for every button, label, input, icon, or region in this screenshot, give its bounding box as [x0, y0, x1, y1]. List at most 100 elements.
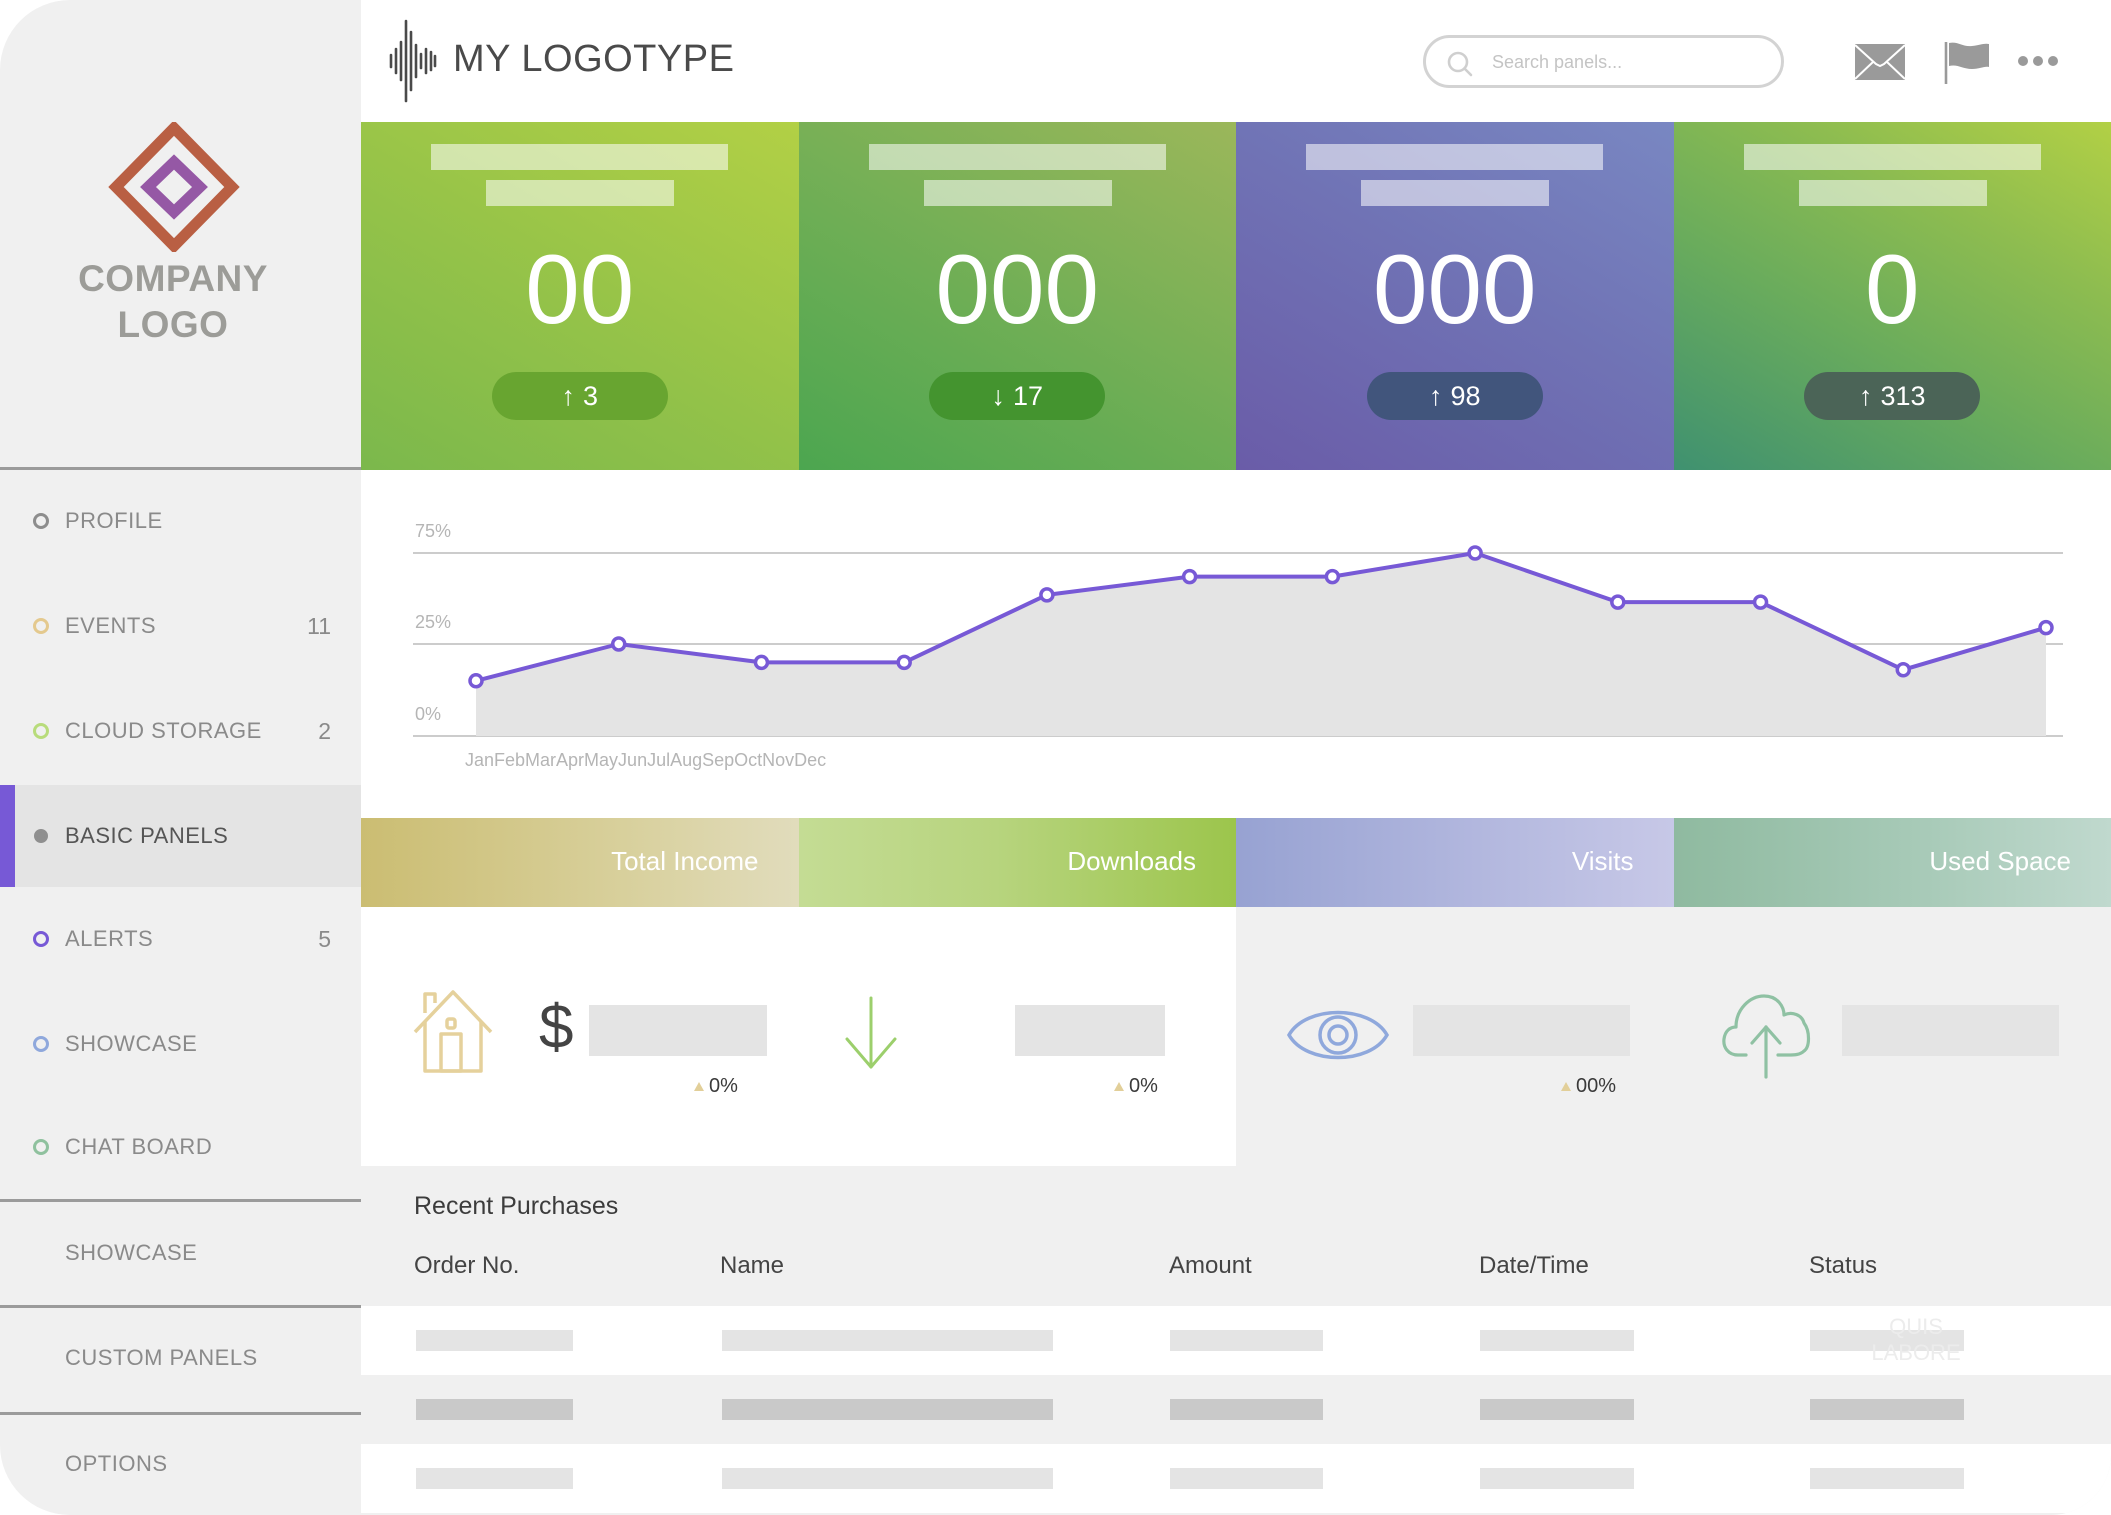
visits-change: 00%: [1561, 1075, 1616, 1098]
status-cell: [1810, 1399, 1964, 1420]
mail-icon[interactable]: [1855, 44, 1905, 80]
tab-downloads[interactable]: Downloads: [798, 818, 1236, 907]
data-point-aug[interactable]: [1467, 545, 1483, 561]
company-logo-text: LOGO: [117, 304, 229, 345]
downloads-change: 0%: [1114, 1075, 1158, 1098]
datetime-cell: [1480, 1330, 1634, 1351]
y-tick-label: 0%: [415, 704, 441, 724]
subtitle-placeholder: [486, 180, 674, 206]
column-header-amount[interactable]: Amount: [1169, 1252, 1252, 1280]
table-title: Recent Purchases: [414, 1192, 619, 1220]
data-point-jul[interactable]: [1324, 568, 1341, 585]
amount-cell: [1170, 1330, 1323, 1351]
tab-visits[interactable]: Visits: [1236, 818, 1674, 907]
data-point-jun[interactable]: [1181, 568, 1198, 585]
stat-card[interactable]: 0 ↑ 313: [1673, 122, 2111, 470]
status-dot-icon: [33, 1139, 49, 1155]
sidebar-item-alerts[interactable]: ALERTS 5: [0, 888, 361, 990]
data-point-may[interactable]: [1039, 587, 1055, 603]
column-header-status[interactable]: Status: [1809, 1252, 1877, 1280]
data-point-apr[interactable]: [896, 654, 912, 671]
column-header-order-no[interactable]: Order No.: [414, 1252, 519, 1280]
data-point-sep[interactable]: [1610, 594, 1626, 610]
tab-total-income[interactable]: Total Income: [361, 818, 799, 907]
category-bar: Total Income Downloads Visits Used Space: [361, 818, 2111, 907]
subtitle-placeholder: [1798, 180, 1987, 206]
search-box[interactable]: [1423, 35, 1784, 88]
trend-delta: 17: [1012, 380, 1044, 411]
stat-card[interactable]: 000 ↑ 98: [1236, 122, 1674, 470]
house-icon: [413, 990, 493, 1073]
stat-card[interactable]: 000 ↓ 17: [798, 122, 1236, 470]
order-no-cell: [416, 1399, 573, 1420]
datetime-cell: [1480, 1399, 1634, 1420]
more-options-icon[interactable]: [2017, 54, 2059, 68]
arrow-up-icon: ↑: [1428, 380, 1443, 411]
sidebar-item-showcase-secondary[interactable]: SHOWCASE: [0, 1202, 361, 1304]
sidebar-item-label: OPTIONS: [65, 1451, 168, 1476]
change-text: 00%: [1576, 1075, 1617, 1097]
name-cell: [722, 1399, 1053, 1420]
column-header-name[interactable]: Name: [720, 1252, 784, 1280]
column-header-datetime[interactable]: Date/Time: [1479, 1252, 1589, 1280]
data-point-nov[interactable]: [1895, 662, 1912, 678]
stat-value: 000: [935, 234, 1099, 344]
triangle-up-icon: [694, 1082, 704, 1091]
category-label: Used Space: [1929, 846, 2071, 876]
data-point-feb[interactable]: [610, 636, 627, 652]
data-point-jan[interactable]: [468, 673, 484, 689]
sidebar-item-basic-panels[interactable]: BASIC PANELS: [0, 785, 361, 887]
subtitle-placeholder: [923, 180, 1112, 206]
stat-value: 0: [1864, 234, 1920, 344]
sidebar-item-showcase[interactable]: SHOWCASE: [0, 993, 361, 1095]
name-cell: [722, 1330, 1053, 1351]
table-row[interactable]: [361, 1444, 2111, 1513]
sidebar-item-label: BASIC PANELS: [65, 823, 229, 848]
x-tick-labels: JanFebMarAprMayJunJulAugSepOctNovDec: [465, 750, 826, 770]
sidebar-item-options[interactable]: OPTIONS: [0, 1413, 361, 1515]
table-row[interactable]: QUIS LABORE: [361, 1306, 2111, 1375]
income-value-placeholder: [589, 1005, 767, 1056]
status-cell: [1810, 1468, 1964, 1489]
category-label: Downloads: [1067, 846, 1196, 876]
y-tick-label: 75%: [415, 521, 451, 541]
active-indicator: [0, 785, 15, 887]
sidebar-item-count: 2: [318, 717, 331, 744]
sidebar-item-custom-panels[interactable]: CUSTOM PANELS: [0, 1307, 361, 1409]
tab-used-space[interactable]: Used Space: [1673, 818, 2111, 907]
stat-card[interactable]: 00 ↑ 3: [361, 122, 799, 470]
data-point-oct[interactable]: [1752, 594, 1769, 610]
sidebar-item-label: ALERTS: [65, 926, 154, 951]
used-space-value-placeholder: [1842, 1005, 2059, 1056]
flag-icon[interactable]: [1944, 42, 1990, 84]
triangle-up-icon: [1561, 1082, 1571, 1091]
sidebar-item-label: CLOUD STORAGE: [65, 718, 262, 743]
arrow-up-icon: ↑: [1858, 380, 1873, 411]
company-logo-icon: [108, 122, 240, 252]
sidebar-item-label: CHAT BOARD: [65, 1134, 213, 1159]
downloads-value-placeholder: [1015, 1005, 1165, 1056]
stat-value: 00: [525, 234, 635, 344]
sidebar-item-profile[interactable]: PROFILE: [0, 470, 361, 572]
sidebar-item-cloud-storage[interactable]: CLOUD STORAGE 2: [0, 680, 361, 782]
data-point-dec[interactable]: [2038, 619, 2054, 636]
stat-cards: 00 ↑ 3 000 ↓ 17 000 ↑ 98 0 ↑ 313: [361, 122, 2111, 470]
sidebar-item-events[interactable]: EVENTS 11: [0, 575, 361, 677]
sidebar-item-label: EVENTS: [65, 613, 157, 638]
title-placeholder: [1743, 144, 2041, 170]
sidebar-item-label: SHOWCASE: [65, 1240, 198, 1265]
search-input[interactable]: [1492, 48, 1762, 76]
soundwave-logo-icon: [389, 19, 437, 103]
recent-purchases-table: Recent Purchases Order No. Name Amount D…: [361, 1166, 2111, 1515]
kpi-panels: $ 0% 0% 00%: [361, 907, 2111, 1166]
sidebar-item-label: PROFILE: [65, 508, 163, 533]
data-point-mar[interactable]: [753, 654, 770, 671]
datetime-cell: [1480, 1468, 1634, 1489]
table-row[interactable]: [361, 1375, 2111, 1444]
sidebar-item-count: 11: [307, 612, 331, 639]
visits-value-placeholder: [1413, 1005, 1630, 1056]
amount-cell: [1170, 1399, 1323, 1420]
top-header: MY LOGOTYPE: [361, 0, 2111, 122]
sidebar-item-chat-board[interactable]: CHAT BOARD: [0, 1096, 361, 1198]
sidebar-item-count: 5: [318, 925, 331, 952]
